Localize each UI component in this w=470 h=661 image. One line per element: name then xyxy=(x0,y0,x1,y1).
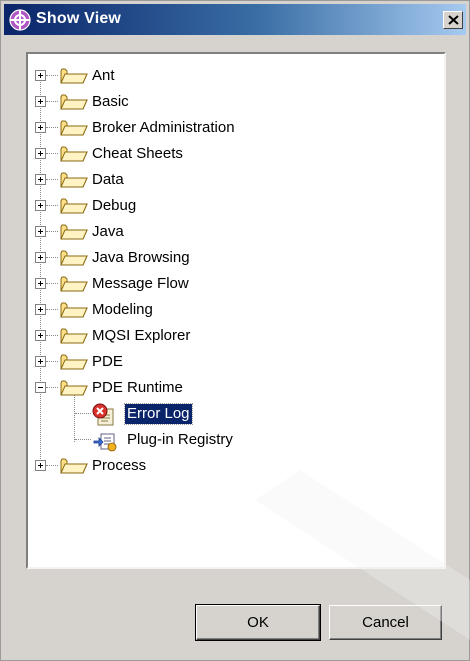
tree-item-label: Java Browsing xyxy=(92,249,190,266)
expand-icon[interactable] xyxy=(35,304,46,315)
tree-connector xyxy=(46,309,58,310)
folder-icon xyxy=(60,302,88,318)
folder-icon xyxy=(60,120,88,136)
tree-connector xyxy=(75,439,91,440)
show-view-dialog: Show View Ant Basic Broker Administratio… xyxy=(0,0,470,661)
plugin-registry-icon xyxy=(93,433,117,452)
expand-icon[interactable] xyxy=(35,96,46,107)
tree-connector xyxy=(46,101,58,102)
tree-item-label: Java xyxy=(92,223,124,240)
expand-icon[interactable] xyxy=(35,122,46,133)
tree-item-label: MQSI Explorer xyxy=(92,327,191,344)
folder-icon xyxy=(60,276,88,292)
expand-icon[interactable] xyxy=(35,174,46,185)
tree-connector xyxy=(75,413,91,414)
view-tree[interactable]: Ant Basic Broker Administration Cheat Sh… xyxy=(26,52,446,569)
folder-icon xyxy=(60,250,88,266)
expand-icon[interactable] xyxy=(35,278,46,289)
folder-icon xyxy=(60,224,88,240)
tree-connector xyxy=(46,75,58,76)
dialog-title: Show View xyxy=(36,10,122,27)
tree-connector xyxy=(46,283,58,284)
expand-icon[interactable] xyxy=(35,252,46,263)
cancel-button[interactable]: Cancel xyxy=(329,605,442,640)
collapse-icon[interactable] xyxy=(35,382,46,393)
tree-item-error-log[interactable]: Error Log xyxy=(35,401,285,427)
tree-connector xyxy=(46,387,58,388)
tree-connector xyxy=(46,205,58,206)
tree-item-label: Plug-in Registry xyxy=(127,431,233,448)
tree-item-label: Error Log xyxy=(124,403,193,425)
tree-connector xyxy=(46,127,58,128)
folder-icon xyxy=(60,328,88,344)
folder-icon xyxy=(60,354,88,370)
tree-item-label: Message Flow xyxy=(92,275,189,292)
tree-item-label: Data xyxy=(92,171,124,188)
expand-icon[interactable] xyxy=(35,226,46,237)
expand-icon[interactable] xyxy=(35,70,46,81)
expand-icon[interactable] xyxy=(35,460,46,471)
tree-item-label: Ant xyxy=(92,67,115,84)
tree-connector xyxy=(46,231,58,232)
folder-icon xyxy=(60,146,88,162)
tree-item-label: PDE xyxy=(92,353,123,370)
expand-icon[interactable] xyxy=(35,356,46,367)
show-view-icon xyxy=(9,9,31,31)
tree-item-label: Broker Administration xyxy=(92,119,235,136)
folder-icon xyxy=(60,458,88,474)
tree-item-label: Process xyxy=(92,457,147,474)
error-log-icon xyxy=(92,403,114,426)
tree-item-label: PDE Runtime xyxy=(92,379,183,396)
tree-item-label: Debug xyxy=(92,197,137,214)
tree-connector xyxy=(46,257,58,258)
folder-icon xyxy=(60,172,88,188)
expand-icon[interactable] xyxy=(35,330,46,341)
folder-icon xyxy=(60,380,88,396)
folder-icon xyxy=(60,198,88,214)
tree-connector xyxy=(46,361,58,362)
tree-item-label: Cheat Sheets xyxy=(92,145,183,162)
tree-connector xyxy=(46,179,58,180)
close-icon xyxy=(448,15,459,25)
tree-item-label: Modeling xyxy=(92,301,153,318)
title-bar[interactable]: Show View xyxy=(4,4,466,35)
tree-connector xyxy=(46,465,58,466)
tree-connector xyxy=(46,335,58,336)
folder-icon xyxy=(60,68,88,84)
tree-connector xyxy=(46,153,58,154)
tree-item-plug-in-registry[interactable]: Plug-in Registry xyxy=(35,427,285,453)
folder-icon xyxy=(60,94,88,110)
expand-icon[interactable] xyxy=(35,200,46,211)
ok-button[interactable]: OK xyxy=(195,604,321,641)
close-button[interactable] xyxy=(443,11,463,29)
expand-icon[interactable] xyxy=(35,148,46,159)
tree-item-label: Basic xyxy=(92,93,129,110)
